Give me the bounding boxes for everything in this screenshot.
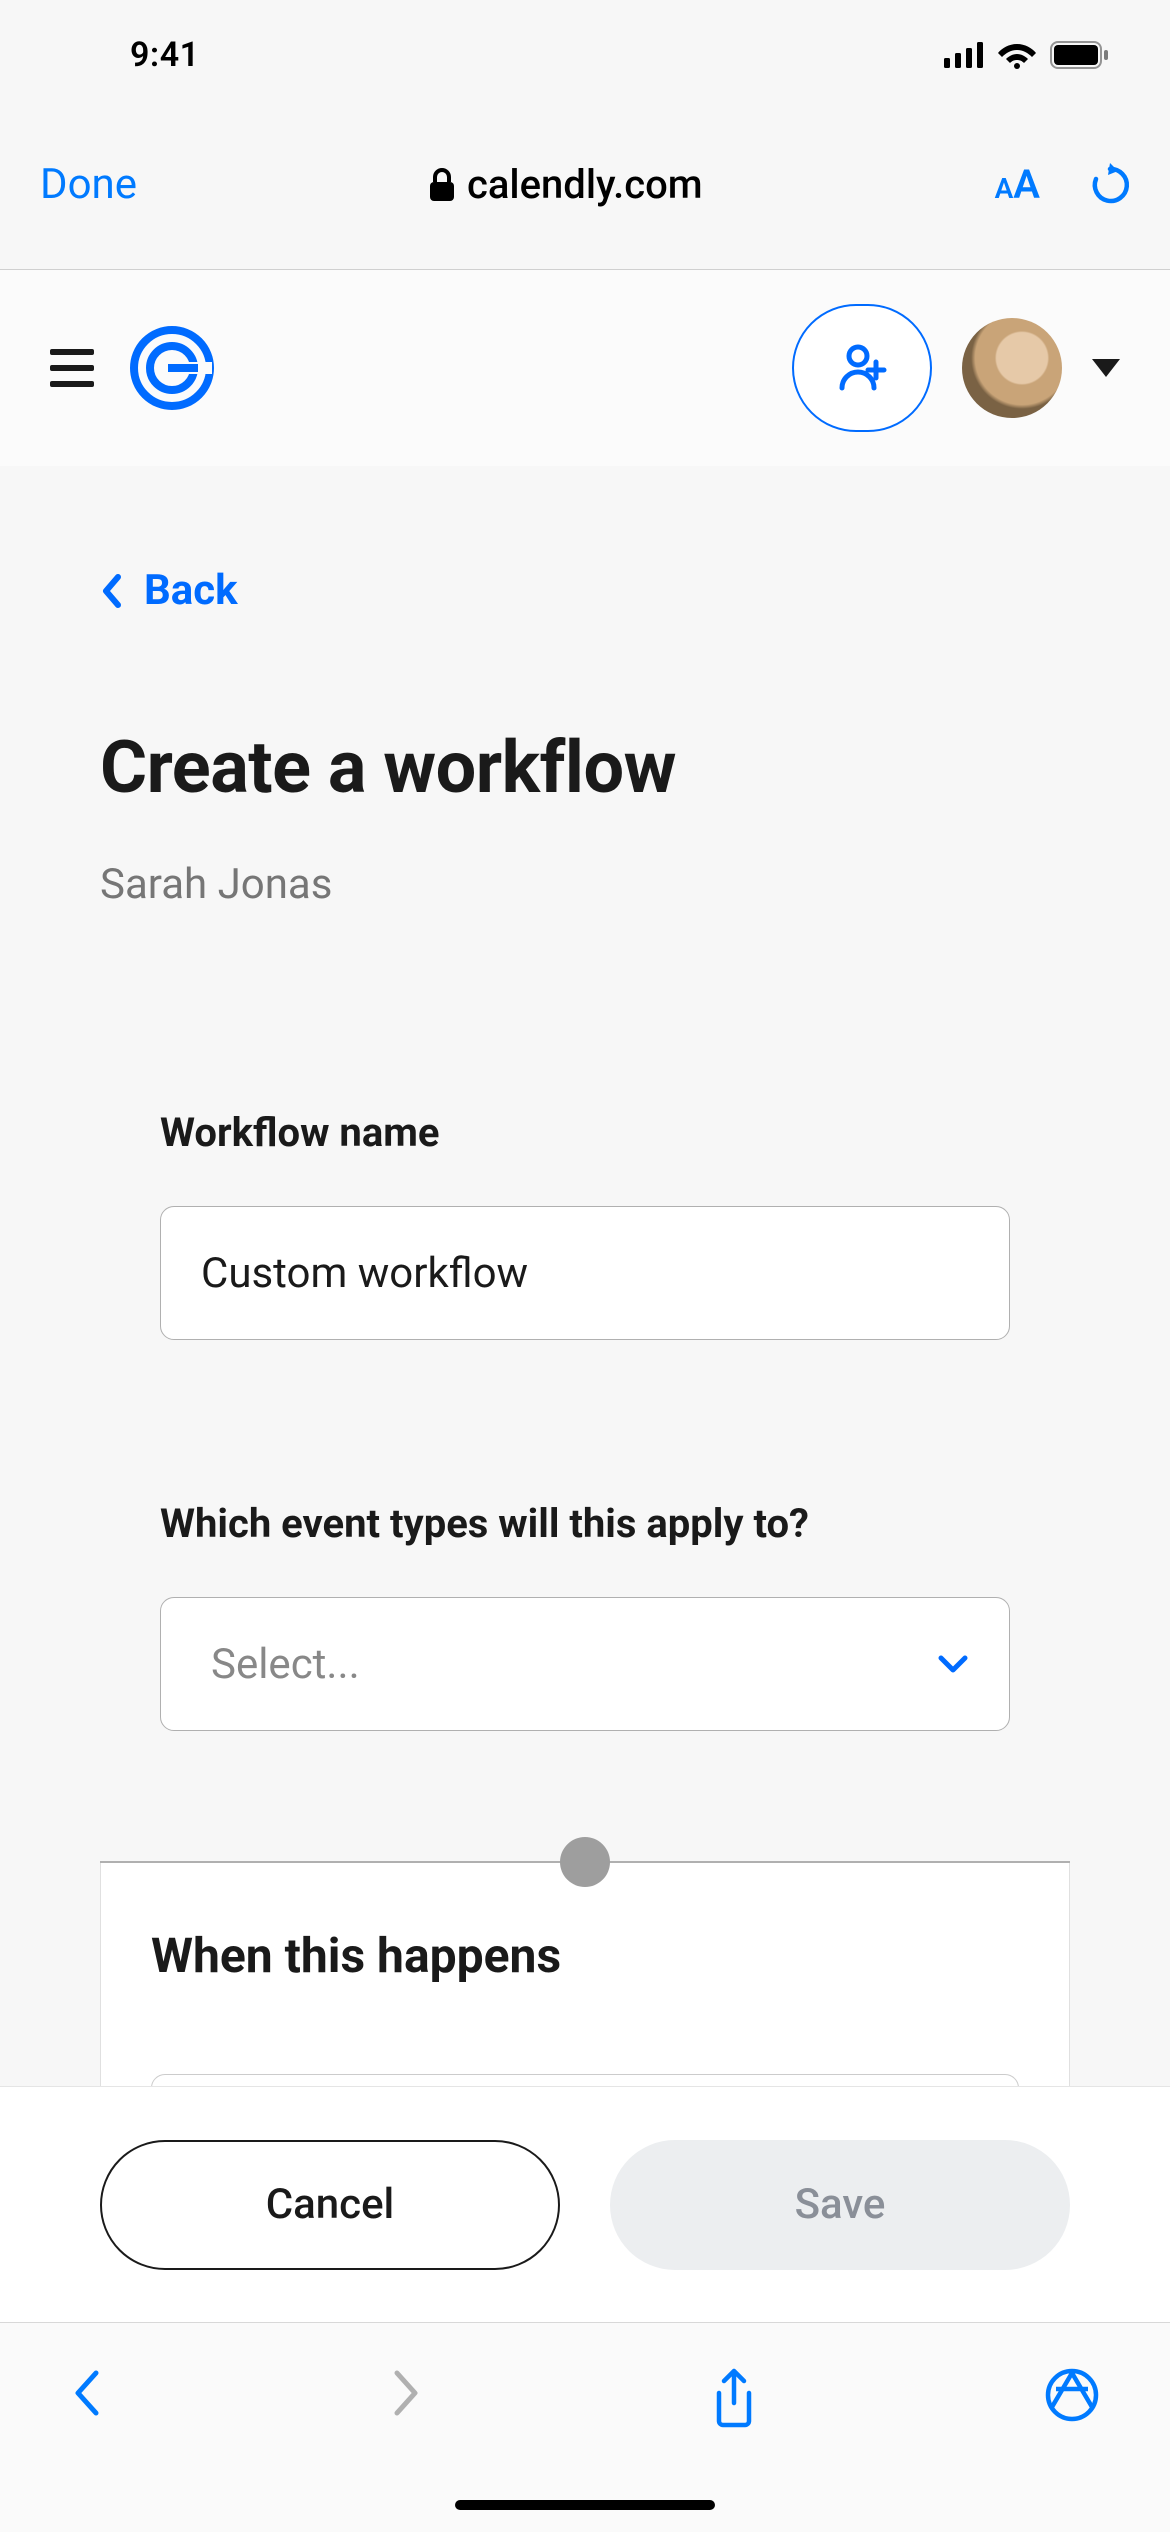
reload-icon[interactable]: [1090, 163, 1130, 207]
page-subtitle: Sarah Jonas: [100, 860, 1070, 909]
url-display[interactable]: calendly.com: [429, 161, 703, 208]
done-button[interactable]: Done: [40, 160, 137, 209]
cellular-icon: [944, 42, 984, 68]
url-text: calendly.com: [467, 161, 703, 208]
text-size-button[interactable]: AA: [995, 161, 1040, 208]
status-time: 9:41: [130, 35, 200, 75]
wifi-icon: [998, 41, 1036, 69]
save-button[interactable]: Save: [610, 2140, 1070, 2270]
divider-dot-icon: [560, 1837, 610, 1887]
action-bar: Cancel Save: [0, 2086, 1170, 2322]
lock-icon: [429, 168, 455, 202]
workflow-name-label: Workflow name: [160, 1109, 1010, 1156]
page-title: Create a workflow: [100, 725, 1070, 810]
person-add-icon: [836, 344, 888, 392]
menu-button[interactable]: [50, 349, 94, 387]
invite-button[interactable]: [792, 304, 932, 432]
back-label: Back: [144, 566, 238, 615]
battery-icon: [1050, 41, 1110, 69]
app-header: [0, 270, 1170, 466]
chevron-down-icon: [937, 1654, 969, 1674]
workflow-name-input[interactable]: [160, 1206, 1010, 1340]
trigger-select[interactable]: Immediately when new event is booked: [151, 2074, 1019, 2086]
browser-forward-button: [389, 2367, 423, 2419]
event-types-label: Which event types will this apply to?: [160, 1500, 1010, 1547]
content-area: Back Create a workflow Sarah Jonas Workf…: [0, 466, 1170, 2086]
status-indicators: [944, 41, 1110, 69]
trigger-section-title: When this happens: [151, 1927, 1019, 1984]
browser-top-bar: Done calendly.com AA: [0, 100, 1170, 270]
calendly-logo[interactable]: [130, 326, 214, 410]
account-menu-caret-icon[interactable]: [1092, 359, 1120, 377]
event-types-placeholder: Select...: [211, 1640, 360, 1689]
share-button[interactable]: [709, 2367, 759, 2429]
cancel-button[interactable]: Cancel: [100, 2140, 560, 2270]
safari-tabs-button[interactable]: [1044, 2367, 1100, 2423]
browser-back-button[interactable]: [70, 2367, 104, 2419]
section-divider: [100, 1861, 1070, 1863]
trigger-section: When this happens Immediately when new e…: [100, 1863, 1070, 2086]
status-bar: 9:41: [0, 0, 1170, 100]
back-link[interactable]: Back: [100, 566, 1070, 615]
event-types-select[interactable]: Select...: [160, 1597, 1010, 1731]
chevron-left-icon: [100, 573, 122, 609]
home-indicator: [455, 2500, 715, 2510]
avatar[interactable]: [962, 318, 1062, 418]
